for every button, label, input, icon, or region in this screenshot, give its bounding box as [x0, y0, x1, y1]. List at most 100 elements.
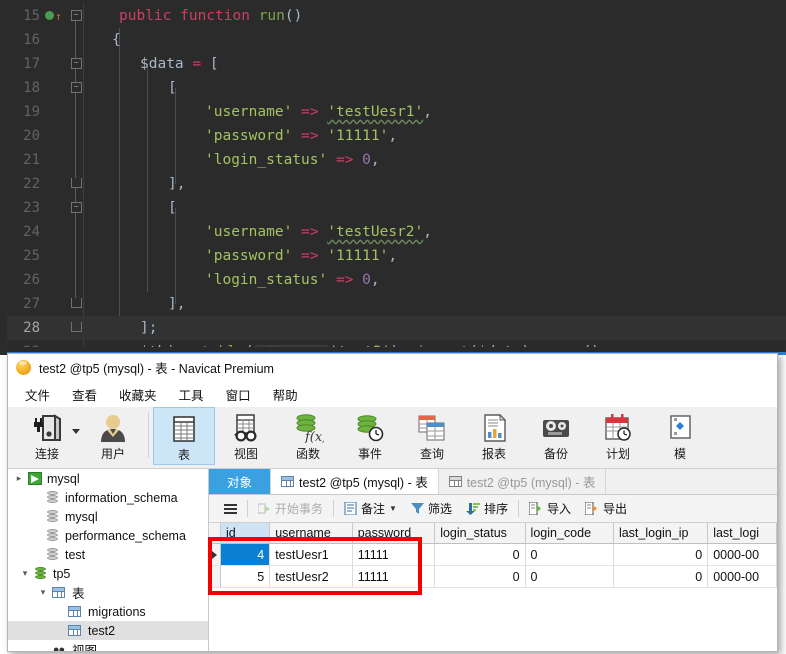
menu-file[interactable]: 文件: [14, 382, 61, 407]
toolbar-event-button[interactable]: 事件: [339, 407, 401, 469]
menu-help[interactable]: 帮助: [262, 382, 309, 407]
function-icon: f(x): [292, 411, 324, 444]
database-icon: [44, 529, 61, 542]
cell-last-login-ip[interactable]: 0: [614, 566, 709, 587]
cell-id[interactable]: 4: [221, 544, 271, 565]
fold-end-icon[interactable]: [69, 172, 83, 196]
sidebar-item-tables-folder[interactable]: ▾ 表: [8, 583, 208, 602]
grid-menu-button[interactable]: [217, 498, 244, 519]
sidebar-item-tp5[interactable]: ▾ tp5: [8, 564, 208, 583]
column-header-login-code[interactable]: login_code: [526, 523, 614, 543]
fold-end-icon[interactable]: [69, 316, 83, 340]
toolbar-user-button[interactable]: 用户: [82, 407, 144, 469]
cell-login-status[interactable]: 0: [435, 566, 526, 587]
cell-last-login-ip[interactable]: 0: [614, 544, 709, 565]
toolbar-report-button[interactable]: 报表: [463, 407, 525, 469]
cell-password[interactable]: 11111: [353, 566, 436, 587]
toolbar-backup-button[interactable]: 备份: [525, 407, 587, 469]
column-header-last-login-time[interactable]: last_logi: [708, 523, 777, 543]
note-button[interactable]: 备注 ▼: [337, 498, 404, 519]
sidebar-item-mysql-db[interactable]: mysql: [8, 507, 208, 526]
line-number: 15: [23, 8, 40, 24]
cell-password[interactable]: 11111: [353, 544, 436, 565]
tab-objects[interactable]: 对象: [209, 469, 272, 494]
row-indicator: [209, 544, 221, 565]
connection-icon: [30, 411, 64, 444]
sort-button[interactable]: 排序: [459, 498, 515, 519]
note-icon: [344, 502, 357, 515]
chevron-down-icon[interactable]: ▾: [18, 568, 32, 579]
sidebar-item-information-schema[interactable]: information_schema: [8, 488, 208, 507]
menu-tools[interactable]: 工具: [168, 382, 215, 407]
tab-table-data-label: test2 @tp5 (mysql) - 表: [299, 476, 428, 490]
table-row[interactable]: 4 testUesr1 11111 0 0 0 0000-00: [209, 544, 777, 566]
code-line: 18 − [: [7, 76, 786, 100]
chevron-down-icon[interactable]: ▾: [36, 587, 50, 598]
column-header-login-status[interactable]: login_status: [435, 523, 526, 543]
begin-transaction-button[interactable]: 开始事务: [251, 498, 330, 519]
tab-table-data[interactable]: test2 @tp5 (mysql) - 表: [271, 469, 439, 494]
chevron-down-icon[interactable]: [72, 429, 80, 434]
table-row[interactable]: 5 testUesr2 11111 0 0 0 0000-00: [209, 566, 777, 588]
schedule-calendar-icon: [602, 411, 634, 444]
sidebar-label: performance_schema: [65, 528, 186, 543]
sort-label: 排序: [483, 502, 508, 516]
cell-login-code[interactable]: 0: [526, 566, 614, 587]
line-number: 25: [23, 248, 40, 264]
chevron-down-icon[interactable]: ▼: [389, 504, 397, 513]
fold-collapse-icon[interactable]: −: [69, 52, 83, 76]
code-editor-surface[interactable]: 15 ↑ − public function run() 16 { 17 − $…: [7, 4, 786, 355]
toolbar-table-button[interactable]: 表: [153, 407, 215, 465]
filter-label: 筛选: [427, 502, 452, 516]
tab-table-design[interactable]: test2 @tp5 (mysql) - 表: [438, 469, 607, 494]
line-number: 23: [23, 200, 40, 216]
cell-id[interactable]: 5: [221, 566, 271, 587]
cell-username[interactable]: testUesr1: [270, 544, 353, 565]
column-header-id[interactable]: id: [221, 523, 271, 543]
toolbar-user-label: 用户: [100, 447, 125, 461]
code-content: 'login_status' => 0,: [205, 152, 380, 168]
sidebar-item-test[interactable]: test: [8, 545, 208, 564]
cell-last-login-time[interactable]: 0000-00: [708, 566, 777, 587]
sidebar-item-views-folder[interactable]: ●● 视图: [8, 640, 208, 652]
fold-collapse-icon[interactable]: −: [69, 4, 83, 28]
menu-view[interactable]: 查看: [61, 382, 108, 407]
sidebar-item-migrations[interactable]: migrations: [8, 602, 208, 621]
sidebar-label: mysql: [47, 471, 80, 486]
code-content: ],: [168, 176, 186, 192]
sidebar-item-test2[interactable]: test2: [8, 621, 208, 640]
data-grid[interactable]: id username password login_status login_…: [209, 523, 777, 588]
import-button[interactable]: 导入: [522, 498, 578, 519]
toolbar-view-button[interactable]: 视图: [215, 407, 277, 469]
code-content: $data = [: [140, 56, 219, 72]
fold-end-icon[interactable]: [69, 292, 83, 316]
fold-collapse-icon[interactable]: −: [69, 196, 83, 220]
main-toolbar: 连接 用户 表 视图 f(x 函数 事件 查询 报表 备份 计划 模: [8, 407, 777, 469]
cell-login-code[interactable]: 0: [526, 544, 614, 565]
column-header-username[interactable]: username: [270, 523, 353, 543]
cell-username[interactable]: testUesr2: [270, 566, 353, 587]
code-content: {: [112, 32, 121, 48]
export-button[interactable]: 导出: [578, 498, 634, 519]
line-number: 26: [23, 272, 40, 288]
cell-login-status[interactable]: 0: [435, 544, 526, 565]
column-header-password[interactable]: password: [353, 523, 436, 543]
menu-window[interactable]: 窗口: [215, 382, 262, 407]
toolbar-query-button[interactable]: 查询: [401, 407, 463, 469]
line-number: 24: [23, 224, 40, 240]
column-header-last-login-ip[interactable]: last_login_ip: [614, 523, 709, 543]
sidebar-item-performance-schema[interactable]: performance_schema: [8, 526, 208, 545]
menu-favorites[interactable]: 收藏夹: [108, 382, 168, 407]
cell-last-login-time[interactable]: 0000-00: [708, 544, 777, 565]
filter-button[interactable]: 筛选: [404, 498, 459, 519]
sidebar-item-mysql-connection[interactable]: ▸ mysql: [8, 469, 208, 488]
view-glasses-icon: [230, 411, 262, 444]
navigation-sidebar[interactable]: ▸ mysql information_schema mysql perform…: [8, 469, 209, 651]
toolbar-model-button[interactable]: 模: [649, 407, 711, 469]
chevron-right-icon[interactable]: ▸: [12, 473, 26, 484]
toolbar-function-button[interactable]: f(x) 函数: [277, 407, 339, 469]
toolbar-connection-button[interactable]: 连接: [12, 407, 82, 469]
toolbar-schedule-button[interactable]: 计划: [587, 407, 649, 469]
line-number: 19: [23, 104, 40, 120]
fold-collapse-icon[interactable]: −: [69, 76, 83, 100]
